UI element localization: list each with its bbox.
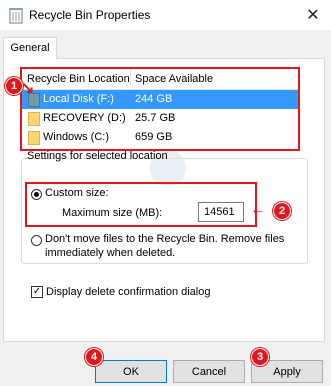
annotation-badge-2: 2 (273, 202, 291, 220)
dont-move-label-line2: immediately when deleted. (45, 247, 176, 259)
column-header-space[interactable]: Space Available (135, 73, 213, 85)
list-header: Recycle Bin Location Space Available (22, 69, 298, 90)
annotation-badge-4: 4 (85, 348, 103, 366)
max-size-input[interactable] (198, 202, 244, 222)
window-title: Recycle Bin Properties (29, 8, 151, 22)
column-divider[interactable] (130, 69, 131, 88)
list-item[interactable]: Local Disk (F:) 244 GB (22, 90, 298, 109)
dont-move-radio[interactable] (31, 235, 42, 246)
recycle-bin-location-list[interactable]: Recycle Bin Location Space Available Loc… (21, 68, 299, 150)
display-confirm-label: Display delete confirmation dialog (46, 286, 211, 298)
display-confirm-checkbox[interactable]: ✓ (31, 286, 43, 298)
list-item[interactable]: Windows (C:) 659 GB (22, 128, 298, 147)
drive-name: Local Disk (F:) (43, 93, 114, 105)
custom-size-radio[interactable] (31, 189, 42, 200)
title-bar: Recycle Bin Properties ✕ (0, 0, 331, 30)
custom-size-label: Custom size: (45, 187, 109, 199)
close-icon: ✕ (306, 7, 320, 24)
list-item[interactable]: RECOVERY (D:) 25.7 GB (22, 109, 298, 128)
ok-button[interactable]: OK (95, 360, 167, 383)
cancel-button[interactable]: Cancel (173, 360, 245, 383)
drive-space: 244 GB (135, 93, 173, 105)
annotation-arrow-1: ↘ (21, 80, 35, 97)
drive-space: 659 GB (135, 131, 173, 143)
close-button[interactable]: ✕ (295, 0, 331, 30)
settings-group-label: Settings for selected location (27, 150, 168, 162)
annotation-arrow-2: ← (250, 201, 266, 218)
drive-space: 25.7 GB (135, 112, 176, 124)
folder-icon (28, 112, 40, 126)
column-header-location[interactable]: Recycle Bin Location (27, 73, 130, 85)
dont-move-label-line1: Don't move files to the Recycle Bin. Rem… (45, 233, 285, 245)
tab-general[interactable]: General (3, 37, 57, 59)
annotation-badge-3: 3 (251, 348, 269, 366)
drive-name: RECOVERY (D:) (43, 112, 126, 124)
max-size-label: Maximum size (MB): (62, 207, 163, 219)
folder-icon (28, 131, 40, 145)
drive-name: Windows (C:) (43, 131, 110, 143)
recycle-bin-icon (9, 8, 23, 24)
